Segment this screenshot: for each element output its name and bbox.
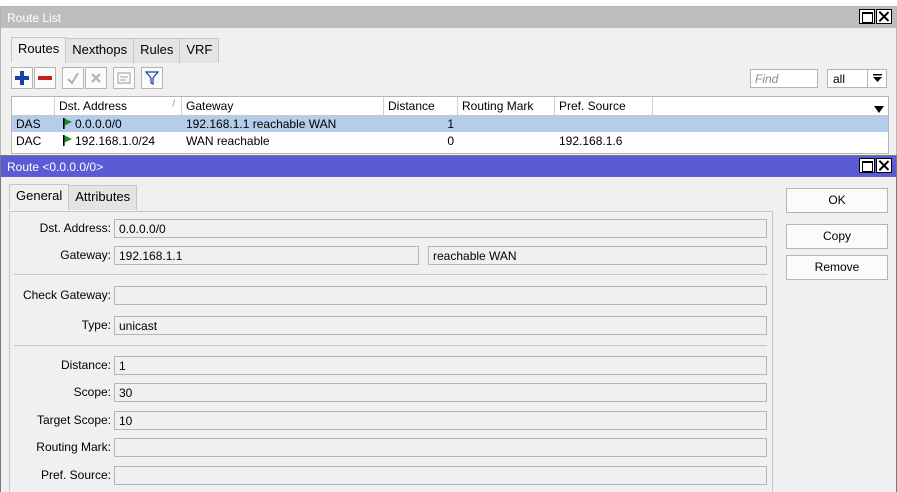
general-panel: Dst. Address: 0.0.0.0/0 Gateway: 192.168… (9, 211, 773, 492)
divider (14, 274, 767, 275)
route-dialog-title: Route <0.0.0.0/0> (7, 160, 104, 174)
row-gateway: 192.168.1.1 reachable WAN (186, 117, 337, 131)
tab-attributes[interactable]: Attributes (68, 185, 138, 210)
pref-source-label: Pref. Source: (40, 468, 111, 482)
gateway-label: Gateway: (60, 248, 111, 262)
check-gateway-label: Check Gateway: (22, 288, 111, 302)
tab-vrf[interactable]: VRF (179, 38, 220, 63)
route-list-title: Route List (7, 11, 62, 25)
check-icon (67, 72, 79, 85)
minus-icon (38, 76, 52, 80)
table-header: Dst. Address / Gateway Distance Routing … (12, 97, 888, 116)
comment-button[interactable] (113, 67, 135, 89)
tab-routes[interactable]: Routes (11, 37, 67, 62)
type-field[interactable]: unicast (114, 316, 767, 335)
cross-icon (91, 73, 101, 83)
column-dst-address[interactable]: Dst. Address / (55, 97, 182, 115)
close-icon[interactable] (876, 9, 892, 24)
route-list-titlebar: Route List (1, 7, 896, 28)
dst-address-text: 192.168.1.0/24 (75, 134, 156, 148)
gateway-status: reachable WAN (428, 246, 767, 265)
copy-button[interactable]: Copy (786, 224, 888, 249)
column-distance[interactable]: Distance (384, 97, 458, 115)
tab-general[interactable]: General (9, 184, 70, 209)
disable-button[interactable] (85, 67, 107, 89)
route-list-toolbar: Find all (11, 67, 889, 91)
filter-button[interactable] (141, 67, 163, 89)
add-button[interactable] (11, 67, 33, 89)
scope-label: Scope: (73, 385, 111, 399)
row-routing-mark (458, 133, 466, 149)
tab-nexthops[interactable]: Nexthops (65, 38, 135, 63)
table-row[interactable]: DAS 0.0.0.0/0 192.168.1.1 reachable WAN … (12, 116, 888, 132)
routing-mark-label: Routing Mark: (36, 440, 111, 454)
row-distance: 0 (447, 134, 454, 148)
dst-address-text: 0.0.0.0/0 (75, 117, 122, 131)
column-pref-source[interactable]: Pref. Source (555, 97, 653, 115)
route-list-tabs: Routes Nexthops Rules VRF (11, 37, 220, 63)
column-flags[interactable] (12, 97, 55, 115)
dst-address-label: Dst. Address: (39, 221, 111, 235)
sort-icon: / (172, 99, 175, 110)
route-dialog-titlebar: Route <0.0.0.0/0> (1, 156, 896, 177)
distance-label: Distance: (60, 358, 111, 372)
plus-icon (15, 71, 29, 85)
column-gateway[interactable]: Gateway (182, 97, 384, 115)
routing-mark-field[interactable] (114, 438, 767, 457)
row-routing-mark (458, 116, 466, 132)
maximize-icon[interactable] (859, 9, 875, 24)
row-dst-address: 192.168.1.0/24 (59, 133, 159, 149)
row-pref-source (555, 116, 563, 132)
type-label: Type: (81, 318, 111, 332)
tab-rules[interactable]: Rules (133, 38, 181, 63)
gateway-field[interactable]: 192.168.1.1 (114, 246, 419, 265)
row-flags: DAS (16, 117, 41, 131)
row-flags: DAC (16, 134, 42, 148)
dropdown-arrow-icon[interactable] (867, 70, 886, 87)
column-routing-mark[interactable]: Routing Mark (458, 97, 555, 115)
flag-icon (63, 118, 72, 129)
filter-select[interactable]: all (827, 69, 887, 88)
flag-icon (63, 135, 72, 146)
divider (14, 345, 767, 346)
row-dst-address: 0.0.0.0/0 (59, 116, 126, 132)
pref-source-field[interactable] (114, 466, 767, 485)
route-list-window: Route List Routes Nexthops Rules VRF Fin (0, 6, 897, 156)
maximize-icon[interactable] (859, 158, 875, 173)
target-scope-label: Target Scope: (36, 413, 111, 427)
scope-field[interactable]: 30 (114, 383, 767, 402)
comment-icon (117, 72, 131, 84)
filter-select-value: all (833, 72, 846, 86)
check-gateway-field[interactable] (114, 286, 767, 305)
remove-button[interactable] (34, 67, 56, 89)
routes-table: Dst. Address / Gateway Distance Routing … (11, 96, 889, 154)
filter-icon (145, 71, 159, 85)
dst-address-field[interactable]: 0.0.0.0/0 (114, 219, 767, 238)
row-pref-source: 192.168.1.6 (559, 134, 623, 148)
column-dst-address-label: Dst. Address (59, 99, 128, 113)
column-menu-icon[interactable] (874, 102, 884, 116)
enable-button[interactable] (62, 67, 84, 89)
remove-button[interactable]: Remove (786, 255, 888, 280)
route-dialog-tabs: General Attributes (9, 184, 138, 210)
close-icon[interactable] (876, 158, 892, 173)
row-gateway: WAN reachable (186, 134, 270, 148)
row-distance: 1 (447, 117, 454, 131)
table-row[interactable]: DAC 192.168.1.0/24 WAN reachable 0 192.1… (12, 133, 888, 149)
target-scope-field[interactable]: 10 (114, 411, 767, 430)
route-dialog: Route <0.0.0.0/0> General Attributes Dst… (0, 155, 897, 492)
find-input[interactable]: Find (750, 69, 818, 88)
ok-button[interactable]: OK (786, 188, 888, 213)
distance-field[interactable]: 1 (114, 356, 767, 375)
